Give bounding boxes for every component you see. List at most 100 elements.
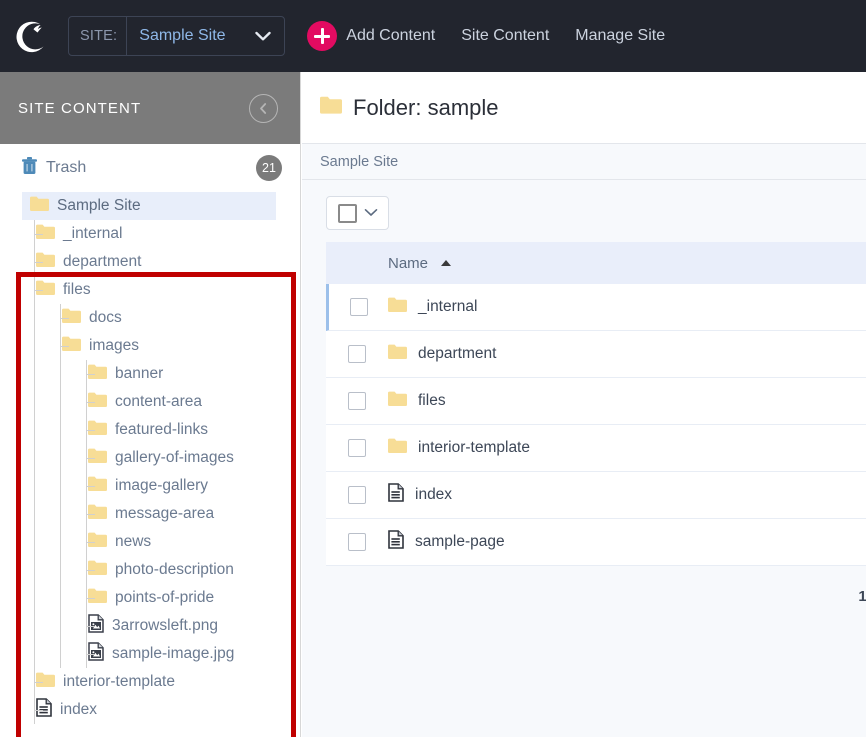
tree-item[interactable]: files — [0, 276, 300, 304]
tree-item-label: image-gallery — [115, 477, 209, 494]
chevron-down-icon — [364, 204, 378, 222]
plus-circle-icon — [307, 21, 338, 51]
site-content-sidebar: SITE CONTENT Trash 21 Sample Site _inter… — [0, 72, 301, 737]
checkbox-unchecked-icon[interactable] — [348, 439, 366, 457]
breadcrumb-item-sample-site[interactable]: Sample Site — [320, 154, 398, 170]
checkbox-unchecked-icon[interactable] — [348, 533, 366, 551]
checkbox-unchecked-icon[interactable] — [338, 203, 357, 223]
site-selector[interactable]: SITE: Sample Site — [68, 16, 286, 56]
row-name-label: interior-template — [418, 439, 530, 456]
site-selector-value: Sample Site — [139, 27, 226, 44]
row-name-label: sample-page — [415, 533, 505, 550]
tree-item[interactable]: _internal — [0, 220, 300, 248]
folder-icon — [388, 438, 407, 458]
tree-item[interactable]: images — [0, 332, 300, 360]
sidebar-title: SITE CONTENT — [18, 99, 142, 117]
page-header: Folder: sample — [302, 72, 866, 144]
row-checkbox-cell[interactable] — [326, 486, 388, 504]
row-checkbox-cell[interactable] — [329, 298, 388, 316]
row-checkbox-cell[interactable] — [326, 533, 388, 551]
cascade-cms-window: SITE: Sample Site Add Content Site Conte… — [0, 0, 866, 737]
row-checkbox-cell[interactable] — [326, 345, 388, 363]
add-content-button[interactable]: Add Content — [307, 21, 435, 51]
tree-item-label: banner — [115, 365, 164, 382]
tree-item-label: sample-image.jpg — [112, 645, 235, 662]
tree-item-label: 3arrowsleft.png — [112, 617, 218, 634]
select-all-dropdown-button[interactable] — [326, 196, 389, 230]
site-content-tree: Sample Site _internal department files docs i… — [0, 192, 300, 724]
table-row[interactable]: index — [326, 472, 866, 519]
tree-item[interactable]: interior-template — [0, 668, 300, 696]
page-file-icon — [388, 483, 404, 507]
tree-item[interactable]: photo-description — [0, 556, 300, 584]
tree-item-label: index — [60, 701, 98, 718]
folder-icon — [29, 196, 49, 216]
tree-item[interactable]: department — [0, 248, 300, 276]
top-navigation-bar: SITE: Sample Site Add Content Site Conte… — [0, 0, 866, 72]
tree-item[interactable]: sample-image.jpg — [0, 640, 300, 668]
cascade-moon-logo-icon[interactable] — [10, 12, 58, 60]
row-name-label: _internal — [418, 298, 478, 315]
row-name-cell[interactable]: sample-page — [388, 530, 505, 554]
trash-count-badge: 21 — [256, 155, 282, 181]
pagination-status: 1-6 — [858, 588, 866, 605]
row-name-cell[interactable]: interior-template — [388, 438, 530, 458]
chevron-left-icon[interactable] — [249, 93, 278, 123]
nav-link-manage-site[interactable]: Manage Site — [575, 27, 665, 45]
table-header-name-label: Name — [388, 254, 429, 272]
row-name-label: department — [418, 345, 497, 362]
tree-item[interactable]: banner — [0, 360, 300, 388]
breadcrumb[interactable]: Sample Site — [302, 144, 866, 180]
tree-item[interactable]: points-of-pride — [0, 584, 300, 612]
row-checkbox-cell[interactable] — [326, 439, 388, 457]
table-header-name[interactable]: Name — [388, 254, 452, 272]
sort-ascending-icon — [441, 260, 452, 266]
checkbox-unchecked-icon[interactable] — [349, 298, 368, 316]
row-name-cell[interactable]: _internal — [388, 297, 477, 317]
table-row[interactable]: files — [326, 378, 866, 425]
tree-item[interactable]: docs — [0, 304, 300, 332]
table-row[interactable]: department — [326, 331, 866, 378]
tree-item-label: points-of-pride — [115, 589, 215, 606]
tree-item-label: images — [89, 337, 139, 354]
folder-icon — [388, 344, 407, 364]
tree-item-label: photo-description — [115, 561, 234, 578]
tree-item[interactable]: Sample Site — [22, 192, 276, 220]
chevron-down-icon — [255, 31, 284, 42]
tree-item-label: docs — [89, 309, 122, 326]
tree-item[interactable]: index — [0, 696, 300, 724]
site-selector-label: SITE: — [69, 17, 128, 55]
tree-item-label: gallery-of-images — [115, 449, 234, 466]
table-row[interactable]: sample-page — [326, 519, 866, 566]
row-checkbox-cell[interactable] — [326, 392, 388, 410]
tree-item-label: Sample Site — [57, 197, 141, 214]
table-row[interactable]: interior-template — [326, 425, 866, 472]
tree-item[interactable]: featured-links — [0, 416, 300, 444]
folder-icon — [388, 391, 407, 411]
tree-item[interactable]: content-area — [0, 388, 300, 416]
nav-link-site-content[interactable]: Site Content — [461, 27, 549, 45]
sidebar-item-trash[interactable]: Trash 21 — [0, 144, 300, 192]
tree-item-label: featured-links — [115, 421, 209, 438]
row-name-label: index — [415, 486, 453, 503]
tree-item[interactable]: image-gallery — [0, 472, 300, 500]
table-row[interactable]: _internal — [326, 284, 866, 331]
tree-item[interactable]: news — [0, 528, 300, 556]
table-body: _internal department files interior-templat… — [326, 284, 866, 566]
row-name-cell[interactable]: files — [388, 391, 446, 411]
tree-item[interactable]: message-area — [0, 500, 300, 528]
checkbox-unchecked-icon[interactable] — [348, 486, 366, 504]
main-content-panel: Folder: sample Sample Site Name _interna… — [302, 72, 866, 737]
add-content-label: Add Content — [346, 27, 436, 44]
tree-item-label: department — [63, 253, 142, 270]
trash-label: Trash — [46, 159, 87, 176]
row-name-cell[interactable]: index — [388, 483, 452, 507]
tree-item[interactable]: gallery-of-images — [0, 444, 300, 472]
folder-icon — [320, 96, 342, 119]
checkbox-unchecked-icon[interactable] — [348, 345, 366, 363]
tree-item-label: interior-template — [63, 673, 175, 690]
trash-icon — [22, 156, 37, 180]
row-name-cell[interactable]: department — [388, 344, 496, 364]
tree-item[interactable]: 3arrowsleft.png — [0, 612, 300, 640]
checkbox-unchecked-icon[interactable] — [348, 392, 366, 410]
